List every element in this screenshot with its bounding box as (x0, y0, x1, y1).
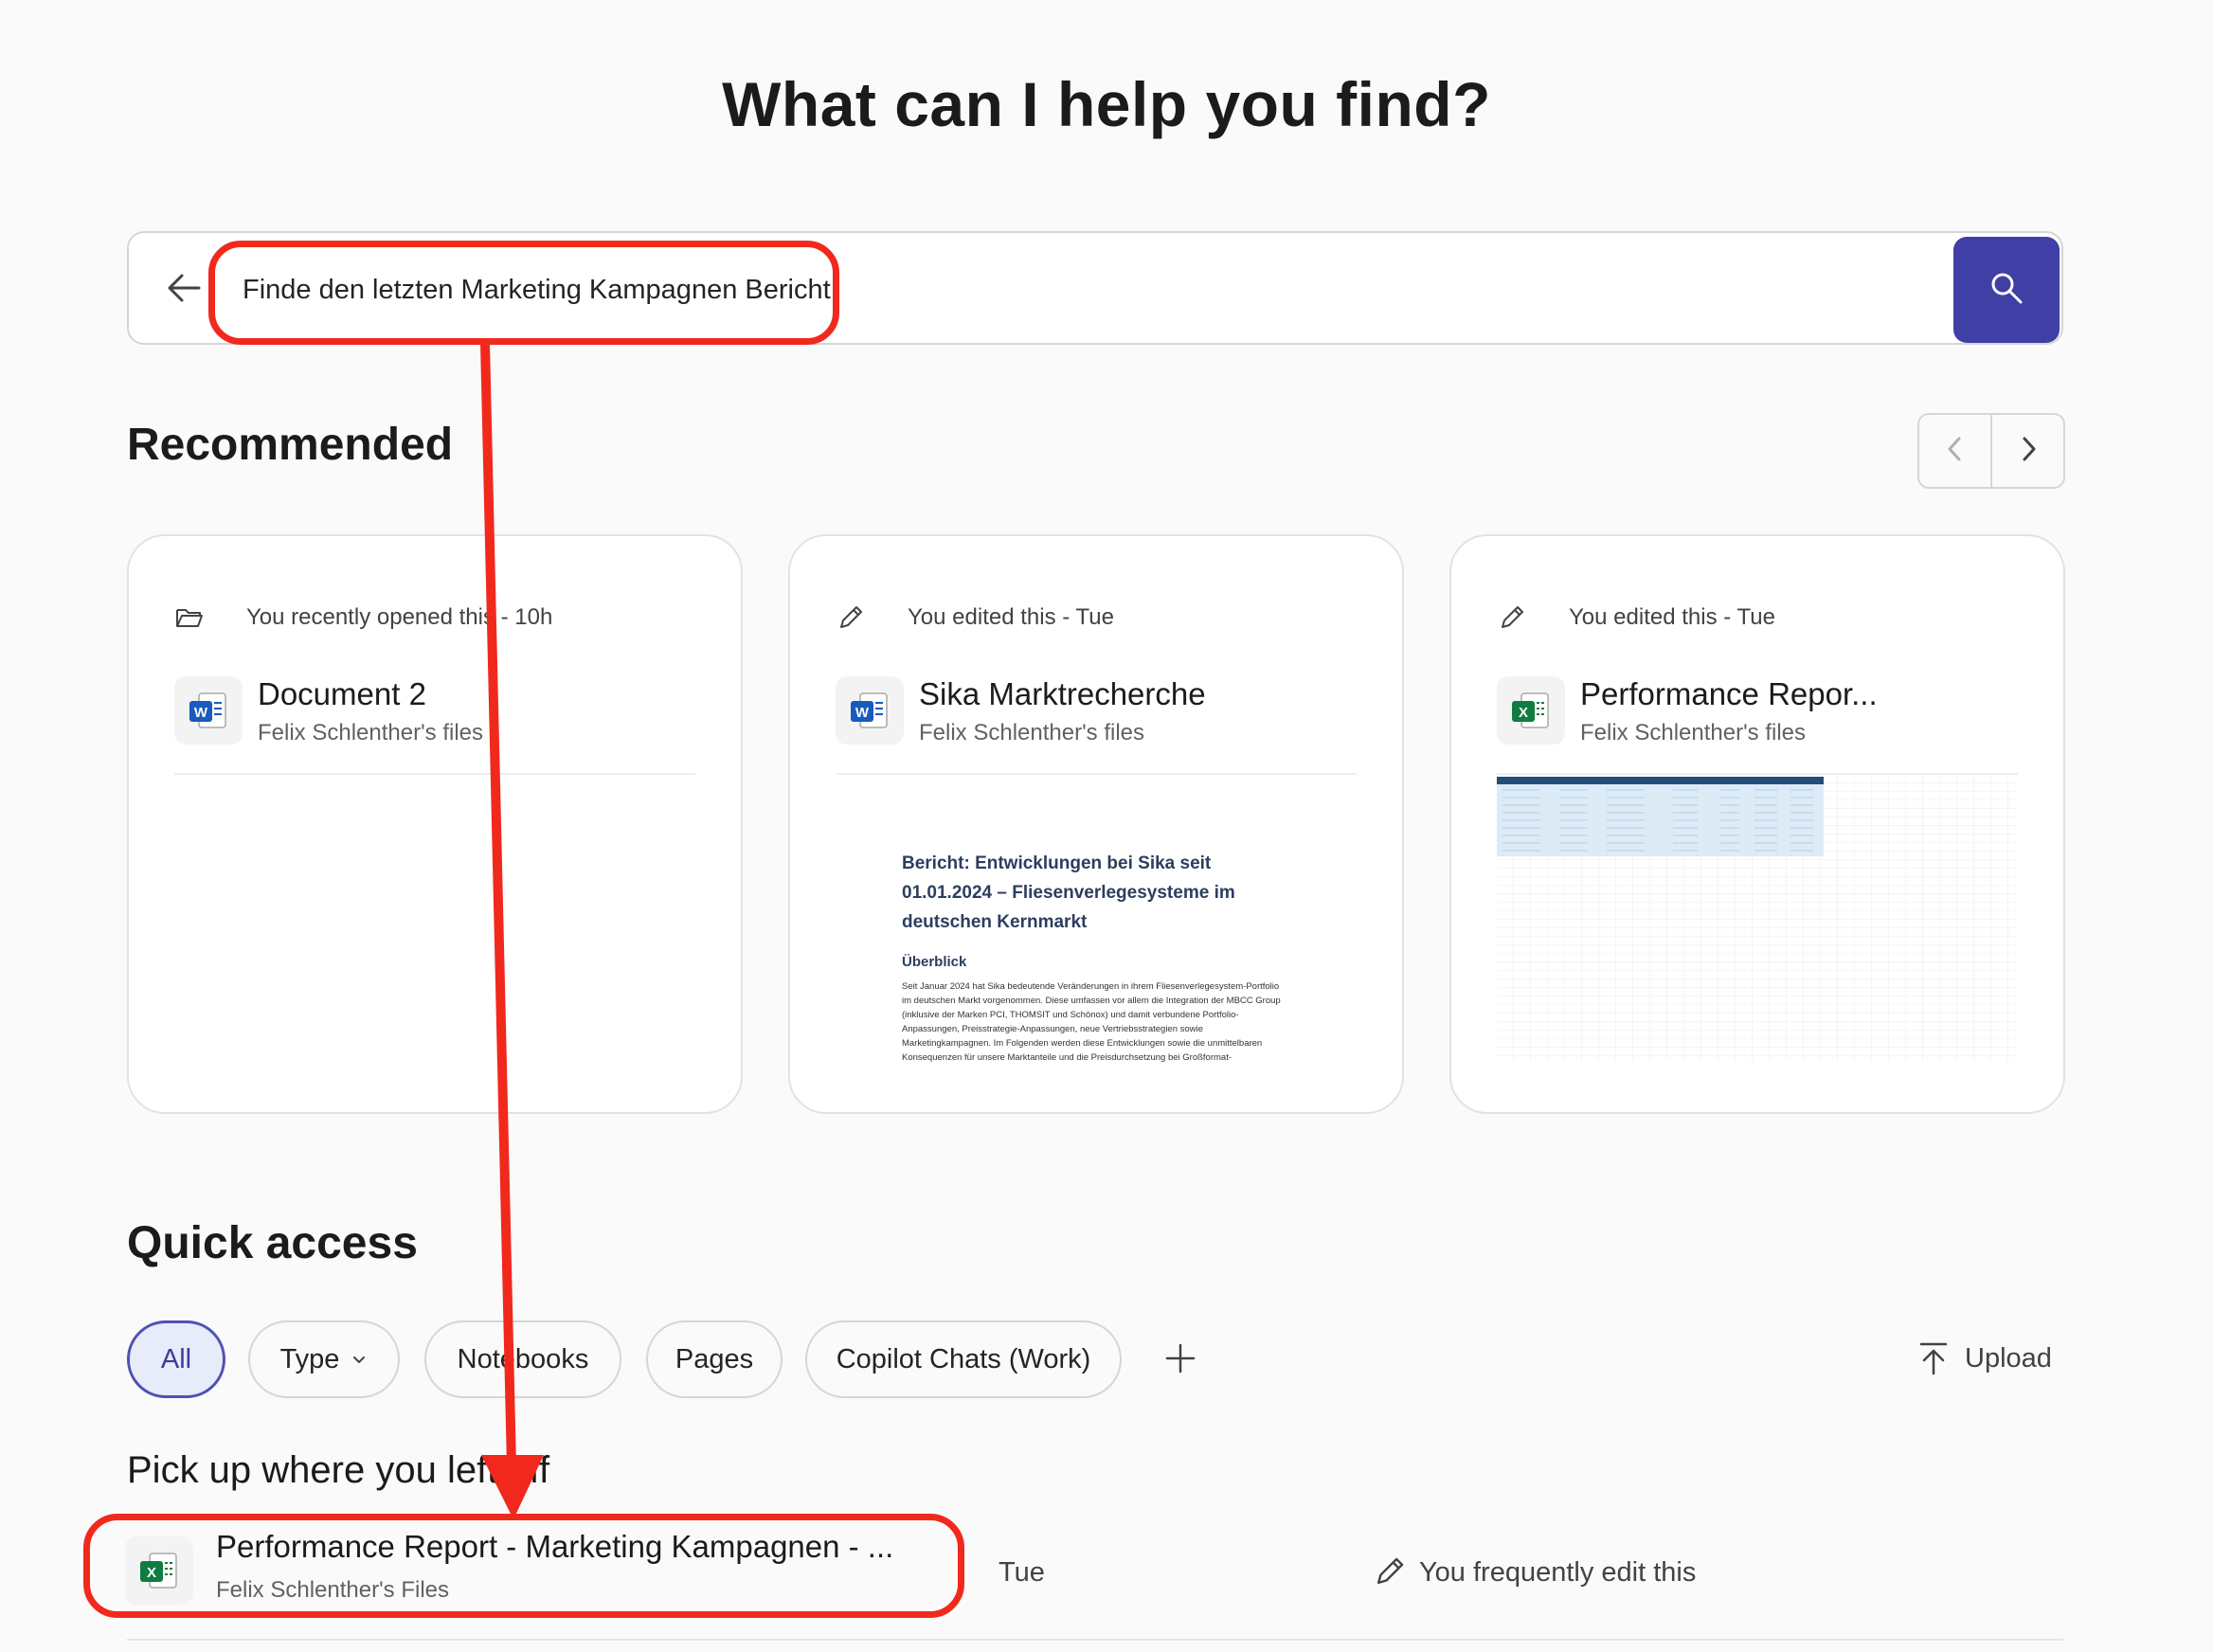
upload-icon (1917, 1341, 1950, 1375)
filter-copilot-chats[interactable]: Copilot Chats (Work) (805, 1320, 1122, 1398)
file-owner: Felix Schlenther's files (1580, 720, 1807, 745)
preview-body: Seit Januar 2024 hat Sika bedeutende Ver… (902, 981, 1281, 1063)
filter-all[interactable]: All (127, 1320, 225, 1398)
spreadsheet-preview (1497, 773, 2018, 1068)
pencil-icon (836, 602, 866, 633)
carousel-next-button[interactable] (1992, 415, 2063, 487)
add-filter-icon[interactable] (1161, 1339, 1199, 1377)
filter-type-label: Type (279, 1343, 340, 1374)
chevron-down-icon (351, 1351, 368, 1368)
upload-label: Upload (1965, 1342, 2052, 1374)
file-name[interactable]: Document 2 (258, 676, 426, 712)
file-name[interactable]: Sika Marktrecherche (919, 676, 1206, 712)
carousel-prev-button[interactable] (1919, 415, 1992, 487)
upload-button[interactable]: Upload (1917, 1338, 2069, 1379)
preview-subheading: Überblick (902, 954, 967, 970)
recommended-card[interactable]: You edited this - Tue W Sika Marktrecher… (788, 534, 1404, 1114)
folder-open-icon (174, 602, 205, 633)
pickup-heading: Pick up where you left off (127, 1449, 550, 1491)
back-arrow-icon[interactable] (165, 269, 203, 307)
file-preview (174, 773, 695, 1068)
preview-heading: Bericht: Entwicklungen bei Sika seit 01.… (902, 853, 1235, 932)
svg-text:X: X (1519, 705, 1528, 721)
svg-text:W: W (855, 705, 870, 721)
document-preview: Bericht: Entwicklungen bei Sika seit 01.… (836, 773, 1357, 1067)
search-icon (1988, 269, 2025, 312)
file-owner: Felix Schlenther's files (919, 720, 1145, 745)
quick-access-heading: Quick access (127, 1218, 418, 1268)
word-file-icon: W (174, 676, 243, 745)
excel-file-icon: X (1497, 676, 1565, 745)
file-name[interactable]: Performance Repor... (1580, 676, 1878, 712)
recommended-card[interactable]: You recently opened this - 10h W Documen… (127, 534, 743, 1114)
divider (127, 1639, 2063, 1641)
chevron-left-icon (1944, 434, 1967, 469)
word-file-icon: W (836, 676, 904, 745)
pencil-icon (1497, 602, 1527, 633)
pencil-icon (1372, 1553, 1408, 1589)
filter-pages[interactable]: Pages (646, 1320, 783, 1398)
file-activity: You frequently edit this (1419, 1557, 1697, 1588)
file-owner: Felix Schlenther's files (258, 720, 484, 745)
card-activity: You recently opened this - 10h (246, 604, 553, 630)
annotation-highlight-result (83, 1514, 964, 1618)
recommended-card[interactable]: You edited this - Tue X Performance Repo… (1449, 534, 2065, 1114)
annotation-highlight-search (208, 241, 839, 345)
chevron-right-icon (2017, 434, 2040, 469)
card-activity: You edited this - Tue (908, 604, 1114, 630)
search-button[interactable] (1953, 237, 2060, 343)
file-date: Tue (999, 1557, 1045, 1588)
page-title: What can I help you find? (722, 69, 1491, 139)
svg-text:W: W (194, 705, 208, 721)
filter-type[interactable]: Type (248, 1320, 400, 1398)
carousel-nav (1917, 413, 2065, 489)
card-activity: You edited this - Tue (1569, 604, 1775, 630)
filter-notebooks[interactable]: Notebooks (424, 1320, 621, 1398)
recommended-heading: Recommended (127, 420, 454, 470)
